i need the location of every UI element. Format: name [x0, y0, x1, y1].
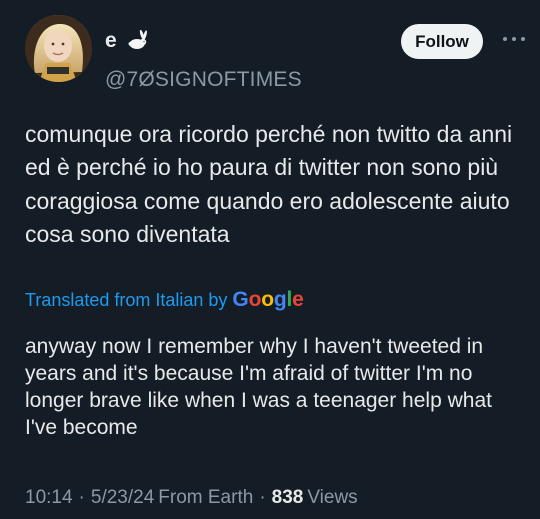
more-dot-3: [521, 37, 525, 41]
name-row: e: [105, 28, 149, 54]
tweet-translated-text: anyway now I remember why I haven't twee…: [25, 335, 492, 439]
tweet-meta: 10:14 · 5/23/24 From Earth · 838 Views: [25, 484, 358, 512]
tweet-card: e @7ØSIGNOFTIMES Follow comunque ora ric…: [0, 0, 540, 519]
translated-from-link[interactable]: Translated from Italian by: [25, 290, 227, 311]
translation-attribution: Translated from Italian by Google: [25, 286, 304, 314]
user-handle[interactable]: @7ØSIGNOFTIMES: [105, 68, 302, 92]
tweet-source: From Earth: [158, 487, 254, 508]
more-dot-2: [512, 37, 516, 41]
tweet-date[interactable]: 5/23/24: [91, 487, 154, 509]
more-icon[interactable]: [503, 32, 525, 46]
display-name[interactable]: e: [105, 29, 117, 53]
rabbit-icon: [123, 29, 149, 52]
views-count: 838: [271, 487, 304, 508]
meta-separator-1: ·: [78, 487, 85, 508]
tweet-header: e @7ØSIGNOFTIMES Follow: [25, 15, 525, 91]
views-label: Views: [307, 487, 358, 508]
more-dot-1: [503, 37, 507, 41]
avatar[interactable]: [25, 15, 92, 82]
google-logo: Google: [232, 288, 304, 311]
tweet-original-text: comunque ora ricordo perché non twitto d…: [25, 121, 513, 248]
meta-separator-2: ·: [259, 487, 266, 508]
tweet-time[interactable]: 10:14: [25, 487, 73, 509]
follow-button[interactable]: Follow: [401, 24, 483, 59]
